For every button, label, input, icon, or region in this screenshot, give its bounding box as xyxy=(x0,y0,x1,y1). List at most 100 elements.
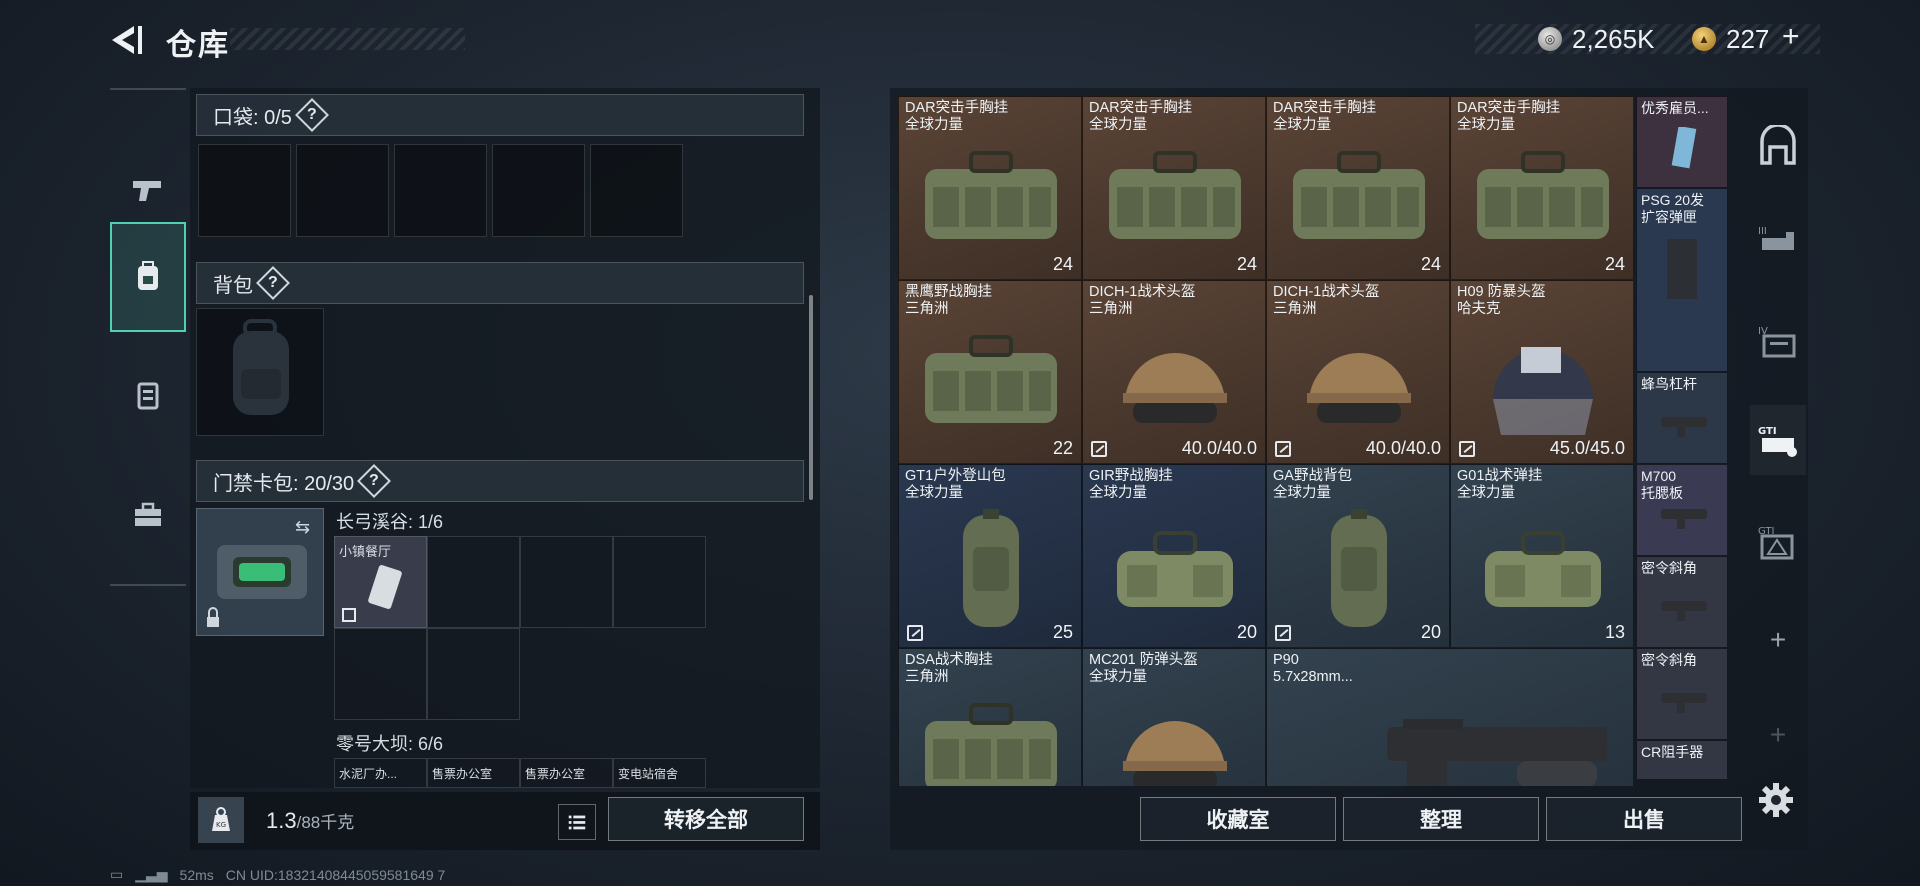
weight-readout: 1.3/88千克 xyxy=(266,808,354,834)
rail-page-4[interactable]: IV xyxy=(1750,305,1806,375)
rail-page-gti-2[interactable]: GTI xyxy=(1750,505,1806,575)
attachment-icon xyxy=(1667,239,1697,299)
backpack-help-icon[interactable]: ? xyxy=(256,266,290,300)
keycard-header: 门禁卡包: 20/30 ? xyxy=(196,460,804,502)
keycard-item[interactable]: 售票办公室 xyxy=(427,758,520,788)
pocket-slot[interactable] xyxy=(492,144,585,237)
pockets-help-icon[interactable]: ? xyxy=(294,98,329,132)
rail-stash-page[interactable] xyxy=(1750,112,1806,182)
stash-item-cell[interactable]: MC201 防弹头盔 全球力量 xyxy=(1082,648,1266,786)
keycard-item-name: 水泥厂办... xyxy=(339,767,398,781)
gear-icon[interactable] xyxy=(1756,780,1796,820)
stash-side-item-name: 优秀雇员... xyxy=(1641,100,1709,116)
keycard-help-icon[interactable]: ? xyxy=(357,464,392,498)
chest-rig-icon xyxy=(1485,531,1601,607)
stash-side-item[interactable]: M700 托腮板 xyxy=(1636,464,1728,556)
keycard-slot[interactable] xyxy=(427,536,520,628)
attachment-icon xyxy=(1661,601,1707,621)
stash-item-cell[interactable]: DAR突击手胸挂 全球力量 24 xyxy=(1450,96,1634,280)
svg-text:III: III xyxy=(1758,226,1767,237)
stash-item-name: DAR突击手胸挂 xyxy=(1273,100,1377,116)
backpack-item-icon xyxy=(963,509,1019,627)
collection-room-button[interactable]: 收藏室 xyxy=(1140,797,1336,841)
pocket-slot[interactable] xyxy=(198,144,291,237)
stash-item-cell[interactable]: G01战术弹挂 全球力量 13 xyxy=(1450,464,1634,648)
stash-item-cell[interactable]: GT1户外登山包 全球力量 25 xyxy=(898,464,1082,648)
map1-progress: 长弓溪谷: 1/6 xyxy=(336,512,444,532)
status-bar: ▭ ▁▃▅ 52ms CN UID:18321408445059581649 7 xyxy=(110,866,445,883)
stash-item-cell[interactable]: DAR突击手胸挂 全球力量 24 xyxy=(1082,96,1266,280)
attachment-icon xyxy=(1637,771,1728,780)
stash-item-origin: 三角洲 xyxy=(1273,301,1317,317)
keycard-item[interactable]: 水泥厂办... xyxy=(334,758,427,788)
helmet-icon xyxy=(1493,347,1593,435)
weapon-case-icon: III xyxy=(1758,226,1794,250)
stash-item-origin: 全球力量 xyxy=(905,117,963,133)
back-arrow-icon[interactable] xyxy=(108,20,148,60)
stash-side-item[interactable]: 密令斜角 xyxy=(1636,648,1728,740)
organize-button[interactable]: 整理 xyxy=(1343,797,1539,841)
stash-item-count: 20 xyxy=(1420,622,1441,642)
stash-item-cell[interactable]: 黑鹰野战胸挂 三角洲 22 xyxy=(898,280,1082,464)
rail-page-gti[interactable]: GTI xyxy=(1750,405,1806,475)
map2-progress: 零号大坝: 6/6 xyxy=(336,734,444,754)
stash-side-item[interactable]: 密令斜角 xyxy=(1636,556,1728,648)
keycard-case-slot[interactable]: ⇆ xyxy=(196,508,324,636)
stash-item-cell[interactable]: DAR突击手胸挂 全球力量 24 xyxy=(1266,96,1450,280)
stash-side-item[interactable]: CR阻手器 xyxy=(1636,740,1728,780)
gti-case-icon: GTI xyxy=(1758,426,1797,457)
chest-rig-icon xyxy=(925,703,1057,786)
stash-item-count: 24 xyxy=(1420,254,1441,274)
stash-item-cell[interactable]: DAR突击手胸挂 全球力量 24 xyxy=(898,96,1082,280)
loadout-panel: 口袋: 0/5 ? 背包 ? 门禁卡包: 20/30 ? ⇆ 长弓溪谷: 1/6 xyxy=(190,88,820,788)
stash-item-cell[interactable]: DSA战术胸挂 三角洲 xyxy=(898,648,1082,786)
title-decoration xyxy=(230,28,465,50)
keycard-slot[interactable] xyxy=(613,536,706,628)
weight-current: 1.3 xyxy=(266,808,297,833)
helmet-icon xyxy=(1307,353,1411,423)
stash-item-cell[interactable]: P90 5.7x28mm... xyxy=(1266,648,1634,786)
stash-item-count: 22 xyxy=(1052,438,1073,458)
stash-side-item[interactable]: 优秀雇员... xyxy=(1636,96,1728,188)
backpack-slot[interactable] xyxy=(196,308,324,436)
list-view-button[interactable] xyxy=(558,804,596,840)
stash-item-cell[interactable]: DICH-1战术头盔 三角洲 40.0/40.0 xyxy=(1082,280,1266,464)
stash-side-item[interactable]: 蜂鸟杠杆 xyxy=(1636,372,1728,464)
keycard-slot[interactable] xyxy=(520,536,613,628)
stash-item-cell[interactable]: GA野战背包 全球力量 20 xyxy=(1266,464,1450,648)
smg-icon xyxy=(1387,719,1607,786)
stash-item-name: DAR突击手胸挂 xyxy=(1089,100,1193,116)
silver-coin-icon: ◎ xyxy=(1538,27,1562,51)
keycard-slot[interactable] xyxy=(427,628,520,720)
keycard-item[interactable]: 变电站宿舍 xyxy=(613,758,706,788)
nav-tools[interactable] xyxy=(110,460,186,570)
sell-button[interactable]: 出售 xyxy=(1546,797,1742,841)
keycard-slot[interactable] xyxy=(334,628,427,720)
loadout-scrollbar[interactable] xyxy=(809,295,813,500)
stash-item-origin: 三角洲 xyxy=(905,301,949,317)
add-currency-button[interactable]: + xyxy=(1782,20,1800,54)
pocket-slot[interactable] xyxy=(590,144,683,237)
attachment-icon xyxy=(1661,693,1707,713)
rail-add-page-button[interactable]: + xyxy=(1750,605,1806,675)
map2-keycard-row: 水泥厂办... 售票办公室 售票办公室 变电站宿舍 xyxy=(334,758,706,788)
transfer-all-button[interactable]: 转移全部 xyxy=(608,797,804,841)
stash-item-cell[interactable]: DICH-1战术头盔 三角洲 40.0/40.0 xyxy=(1266,280,1450,464)
attachment-icon xyxy=(1671,127,1697,169)
stash-side-item[interactable]: PSG 20发 扩容弹匣 xyxy=(1636,188,1728,372)
svg-text:⇆: ⇆ xyxy=(295,517,310,538)
list-icon xyxy=(568,815,586,830)
stash-item-origin: 全球力量 xyxy=(1457,117,1515,133)
nav-equipment[interactable] xyxy=(110,222,186,332)
rail-page-3[interactable]: III xyxy=(1750,205,1806,275)
keycard-item[interactable]: 小镇餐厅 xyxy=(334,536,427,628)
stash-item-cell[interactable]: GIR野战胸挂 全球力量 20 xyxy=(1082,464,1266,648)
keycard-item[interactable]: 售票办公室 xyxy=(520,758,613,788)
nav-medical[interactable] xyxy=(110,340,186,450)
stash-item-name: DAR突击手胸挂 xyxy=(1457,100,1561,116)
left-category-nav xyxy=(110,88,186,586)
pocket-slot[interactable] xyxy=(394,144,487,237)
found-in-raid-icon xyxy=(1275,441,1291,457)
pocket-slot[interactable] xyxy=(296,144,389,237)
stash-item-cell[interactable]: H09 防暴头盔 哈夫克 45.0/45.0 xyxy=(1450,280,1634,464)
